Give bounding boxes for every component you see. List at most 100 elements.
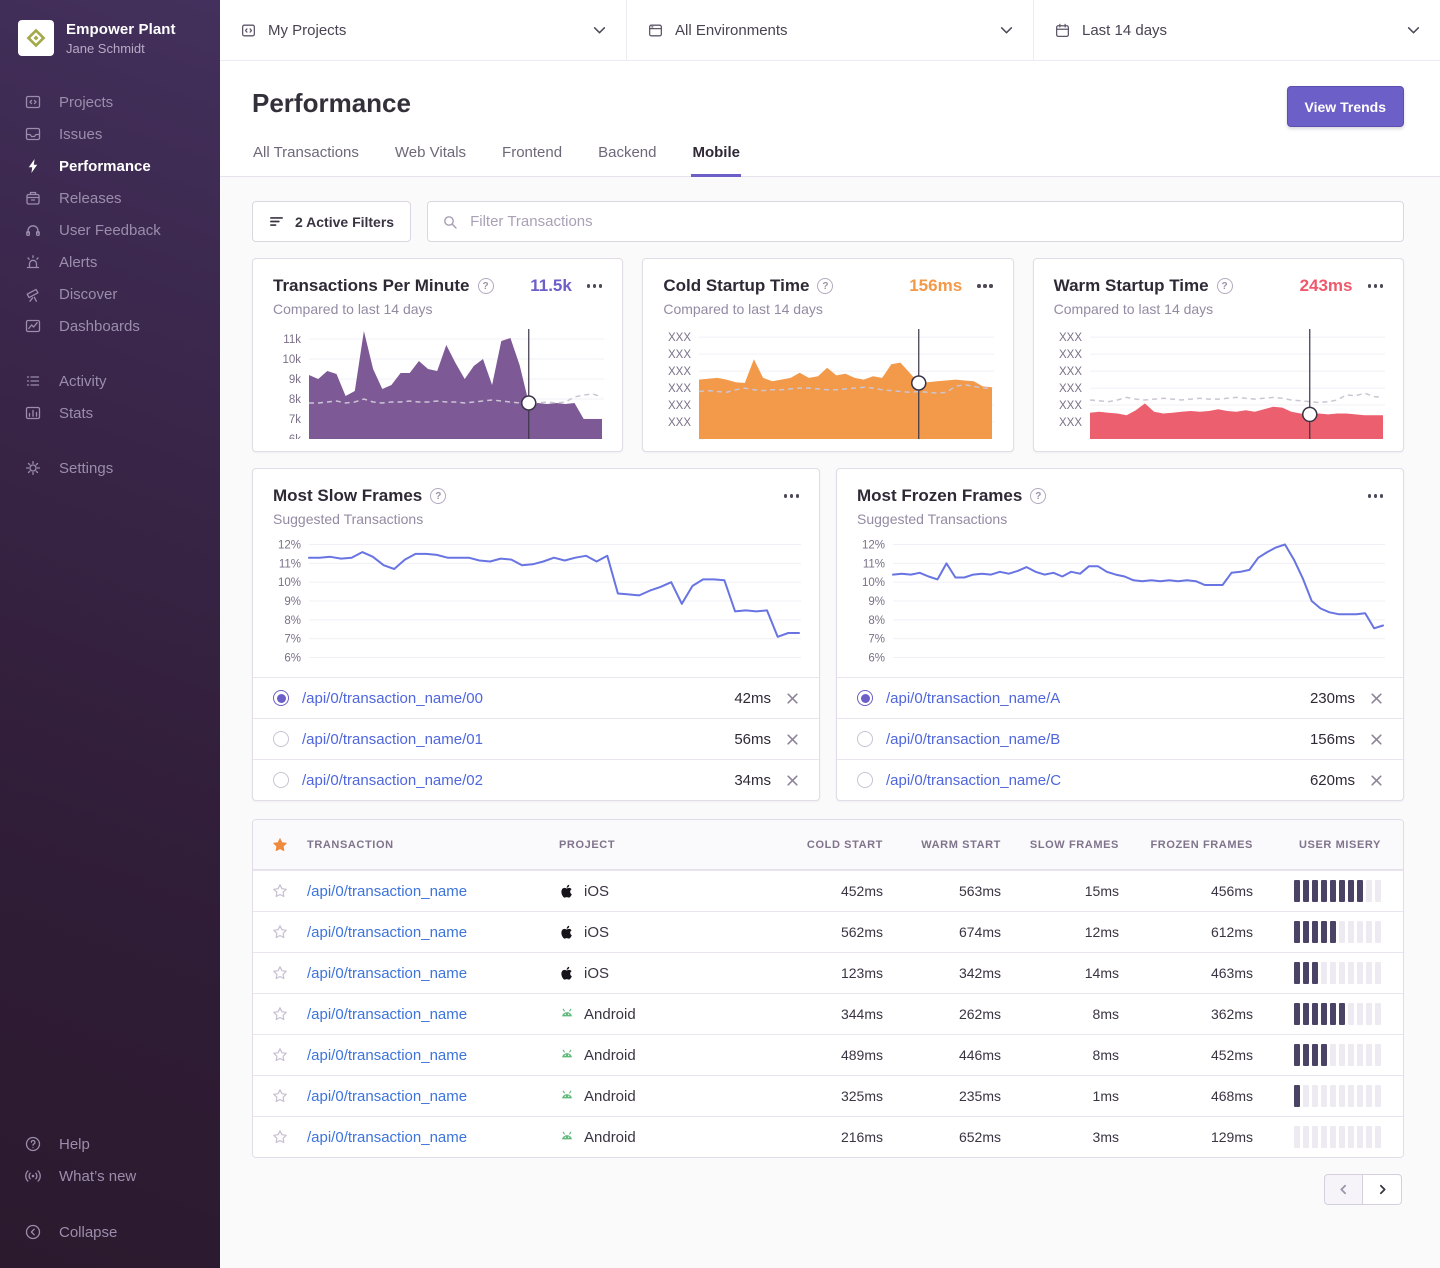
frozen-frames-value: 362ms [1119,1006,1253,1022]
view-trends-button[interactable]: View Trends [1287,86,1404,127]
slow-frames-value: 8ms [1001,1047,1119,1063]
help-circle-icon[interactable]: ? [478,278,494,294]
tab-backend[interactable]: Backend [597,144,657,177]
sidebar-item-dashboards[interactable]: Dashboards [0,310,220,342]
close-icon[interactable] [786,733,799,746]
sidebar-item-performance[interactable]: Performance [0,150,220,182]
star-outline-icon[interactable] [272,883,288,899]
star-outline-icon[interactable] [272,1006,288,1022]
transaction-link[interactable]: /api/0/transaction_name [307,1006,467,1023]
android-icon [559,1088,575,1104]
chevron-down-icon [1000,26,1013,35]
transaction-link[interactable]: /api/0/transaction_name [307,1088,467,1105]
sidebar-item-whats-new[interactable]: What’s new [0,1160,220,1192]
transaction-link[interactable]: /api/0/transaction_name [307,1047,467,1064]
help-circle-icon[interactable]: ? [1030,488,1046,504]
close-icon[interactable] [786,692,799,705]
sidebar-item-stats[interactable]: Stats [0,397,220,429]
user-misery-bars [1294,962,1381,984]
transaction-link[interactable]: /api/0/transaction_name/01 [302,731,483,748]
main-area: My Projects All Environments Last 14 day [220,0,1440,1268]
star-outline-icon[interactable] [272,924,288,940]
help-circle-icon[interactable]: ? [430,488,446,504]
transaction-link[interactable]: /api/0/transaction_name [307,924,467,941]
star-outline-icon[interactable] [272,1129,288,1145]
search-bar [427,201,1404,242]
card-menu-button[interactable] [1368,280,1384,292]
transaction-link[interactable]: /api/0/transaction_name [307,883,467,900]
transaction-link[interactable]: /api/0/transaction_name/C [886,772,1061,789]
tab-mobile[interactable]: Mobile [691,144,741,177]
sidebar-item-collapse[interactable]: Collapse [0,1216,220,1248]
help-circle-icon[interactable]: ? [1217,278,1233,294]
close-icon[interactable] [1370,733,1383,746]
stat-cards-row: Transactions Per Minute ? 11.5k Compared… [252,258,1404,452]
card-menu-button[interactable] [587,280,603,292]
help-circle-icon[interactable]: ? [817,278,833,294]
transaction-link[interactable]: /api/0/transaction_name/A [886,690,1060,707]
radio-button[interactable] [857,731,873,747]
col-header-user-misery[interactable]: User Misery [1253,839,1403,851]
environment-filter-dropdown[interactable]: All Environments [626,0,1033,60]
widget-cards-row: Most Slow Frames ? Suggested Transaction… [252,468,1404,801]
star-outline-icon[interactable] [272,965,288,981]
tpm-area-chart: 11k10k9k8k7k6k [273,327,604,439]
warm-start-value: 674ms [883,924,1001,940]
stat-card-tpm: Transactions Per Minute ? 11.5k Compared… [252,258,623,452]
sidebar-item-label: What’s new [59,1168,136,1185]
card-menu-button[interactable] [1368,490,1384,502]
close-icon[interactable] [1370,692,1383,705]
sidebar-item-issues[interactable]: Issues [0,118,220,150]
android-icon [559,1129,575,1145]
project-filter-dropdown[interactable]: My Projects [220,0,626,60]
transaction-link[interactable]: /api/0/transaction_name/02 [302,772,483,789]
col-header-warm-start[interactable]: Warm Start [883,839,1001,851]
svg-text:10k: 10k [282,354,301,366]
svg-text:8%: 8% [284,615,301,627]
date-range-dropdown[interactable]: Last 14 days [1033,0,1440,60]
transaction-link[interactable]: /api/0/transaction_name [307,1129,467,1146]
tab-all-transactions[interactable]: All Transactions [252,144,360,177]
star-outline-icon[interactable] [272,1088,288,1104]
radio-button[interactable] [857,772,873,788]
radio-button[interactable] [273,772,289,788]
card-menu-button[interactable] [784,490,800,502]
col-header-slow-frames[interactable]: Slow Frames [1001,839,1119,851]
radio-button[interactable] [273,690,289,706]
sidebar-item-label: Stats [59,405,93,422]
star-outline-icon[interactable] [272,1047,288,1063]
transaction-search-input[interactable] [468,212,1389,231]
col-header-frozen-frames[interactable]: Frozen Frames [1119,839,1253,851]
star-filled-icon[interactable] [272,837,288,853]
sidebar-item-releases[interactable]: Releases [0,182,220,214]
radio-button[interactable] [273,731,289,747]
sidebar-item-user-feedback[interactable]: User Feedback [0,214,220,246]
close-icon[interactable] [1370,774,1383,787]
active-filters-button[interactable]: 2 Active Filters [252,201,411,242]
next-page-button[interactable] [1363,1174,1402,1205]
sidebar-item-projects[interactable]: Projects [0,86,220,118]
transaction-link[interactable]: /api/0/transaction_name/B [886,731,1060,748]
sidebar-item-discover[interactable]: Discover [0,278,220,310]
radio-button[interactable] [857,690,873,706]
svg-text:9k: 9k [289,374,301,386]
warm-start-value: 262ms [883,1006,1001,1022]
card-menu-button[interactable] [977,280,993,292]
col-header-transaction[interactable]: Transaction [307,839,559,851]
sidebar-item-help[interactable]: Help [0,1128,220,1160]
transaction-link[interactable]: /api/0/transaction_name [307,965,467,982]
col-header-cold-start[interactable]: Cold Start [765,839,883,851]
sidebar-item-activity[interactable]: Activity [0,365,220,397]
sidebar-item-settings[interactable]: Settings [0,452,220,484]
svg-text:9%: 9% [284,596,301,608]
tab-web-vitals[interactable]: Web Vitals [394,144,467,177]
tab-frontend[interactable]: Frontend [501,144,563,177]
previous-page-button[interactable] [1324,1174,1363,1205]
apple-icon [559,924,575,940]
close-icon[interactable] [786,774,799,787]
sidebar-item-alerts[interactable]: Alerts [0,246,220,278]
col-header-project[interactable]: Project [559,839,765,851]
org-switcher[interactable]: Empower Plant Jane Schmidt [0,20,220,56]
transaction-link[interactable]: /api/0/transaction_name/00 [302,690,483,707]
table-row: /api/0/transaction_nameAndroid216ms652ms… [253,1116,1403,1157]
